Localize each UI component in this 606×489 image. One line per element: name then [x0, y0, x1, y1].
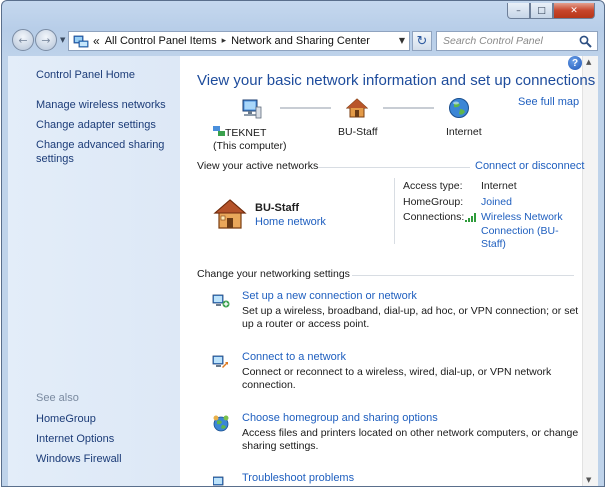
section-divider	[352, 275, 574, 276]
map-computer-label: TEKNET (This computer)	[213, 126, 287, 152]
main-panel: ? ▲ ▼ View your basic network informatio…	[180, 56, 598, 486]
sidebar-control-panel-home[interactable]: Control Panel Home	[36, 68, 135, 82]
back-button[interactable]: ←	[12, 29, 34, 51]
window: – □ ✕ ← → ▼ « All Control Panel Items ▸ …	[1, 0, 605, 487]
search-icon[interactable]	[579, 35, 592, 48]
sidebar-internet-options[interactable]: Internet Options	[36, 432, 114, 446]
active-networks-heading: View your active networks	[197, 160, 319, 172]
map-computer-icon[interactable]	[240, 98, 262, 123]
page-title: View your basic network information and …	[197, 72, 596, 89]
home-network-icon	[213, 197, 247, 234]
forward-button[interactable]: →	[35, 29, 57, 51]
task-troubleshoot: Troubleshoot problems	[213, 472, 585, 486]
breadcrumb-all-items[interactable]: All Control Panel Items	[105, 35, 217, 47]
map-connector-line	[383, 107, 434, 109]
homegroup-joined-link[interactable]: Joined	[481, 196, 512, 208]
maximize-button[interactable]: □	[530, 3, 553, 19]
connect-or-disconnect-link[interactable]: Connect or disconnect	[475, 160, 584, 172]
connections-label: Connections:	[403, 211, 465, 223]
change-settings-heading: Change your networking settings	[197, 268, 350, 280]
setup-new-connection-desc: Set up a wireless, broadband, dial-up, a…	[242, 305, 579, 330]
see-full-map-link[interactable]: See full map	[518, 96, 579, 108]
address-bar[interactable]: « All Control Panel Items ▸ Network and …	[68, 31, 410, 51]
navigation-bar: ← → ▼ « All Control Panel Items ▸ Networ…	[2, 28, 604, 54]
vertical-scrollbar[interactable]: ▲ ▼	[582, 56, 598, 486]
active-network-name: BU-Staff	[255, 202, 299, 214]
connect-to-network-link[interactable]: Connect to a network	[242, 351, 346, 363]
connect-network-icon	[212, 353, 230, 371]
search-input[interactable]: Search Control Panel	[436, 31, 598, 51]
map-internet-globe-icon[interactable]	[448, 97, 470, 122]
recent-pages-dropdown[interactable]: ▼	[60, 36, 65, 44]
sidebar-advanced-sharing[interactable]: Change advanced sharing settings	[36, 138, 166, 166]
map-network-label: BU-Staff	[338, 126, 378, 138]
access-type-label: Access type:	[403, 180, 463, 192]
help-icon[interactable]: ?	[568, 56, 582, 70]
access-type-value: Internet	[481, 180, 517, 192]
new-connection-icon	[212, 292, 230, 310]
troubleshoot-problems-link[interactable]: Troubleshoot problems	[242, 472, 354, 484]
sidebar: Control Panel Home Manage wireless netwo…	[8, 56, 180, 486]
troubleshoot-icon	[213, 474, 230, 486]
map-internet-label: Internet	[446, 126, 482, 138]
homegroup-label: HomeGroup:	[403, 196, 464, 208]
computer-name: TEKNET	[225, 127, 267, 139]
minimize-button[interactable]: –	[507, 3, 530, 19]
computer-network-badge-icon	[213, 126, 225, 140]
network-type-link[interactable]: Home network	[255, 216, 326, 228]
refresh-button[interactable]: ↻	[412, 31, 432, 51]
content-area: Control Panel Home Manage wireless netwo…	[8, 56, 598, 486]
homegroup-sharing-desc: Access files and printers located on oth…	[242, 427, 579, 452]
connect-to-network-desc: Connect or reconnect to a wireless, wire…	[242, 366, 552, 391]
breadcrumb-network-center[interactable]: Network and Sharing Center	[231, 35, 370, 47]
vertical-divider	[394, 178, 395, 244]
sidebar-homegroup[interactable]: HomeGroup	[36, 412, 96, 426]
sidebar-change-adapter[interactable]: Change adapter settings	[36, 118, 156, 132]
setup-new-connection-link[interactable]: Set up a new connection or network	[242, 290, 417, 302]
breadcrumb-separator[interactable]: ▸	[222, 36, 227, 46]
homegroup-sharing-icon	[212, 414, 230, 432]
scroll-down-arrow[interactable]: ▼	[586, 476, 591, 484]
see-also-heading: See also	[36, 392, 79, 404]
map-home-network-icon[interactable]	[345, 97, 369, 122]
sidebar-manage-wireless[interactable]: Manage wireless networks	[36, 98, 166, 112]
caption-buttons: – □ ✕	[507, 3, 595, 19]
homegroup-sharing-link[interactable]: Choose homegroup and sharing options	[242, 412, 438, 424]
wireless-connection-link[interactable]: Wireless Network Connection (BU-Staff)	[481, 211, 576, 252]
computer-sub-label: (This computer)	[213, 140, 287, 152]
control-panel-icon	[73, 34, 89, 48]
sidebar-windows-firewall[interactable]: Windows Firewall	[36, 452, 122, 466]
close-button[interactable]: ✕	[553, 3, 595, 19]
address-dropdown-button[interactable]: ▼	[399, 36, 405, 45]
scroll-up-arrow[interactable]: ▲	[586, 58, 591, 66]
wireless-signal-icon	[465, 213, 478, 225]
map-connector-line	[280, 107, 331, 109]
search-placeholder: Search Control Panel	[443, 35, 543, 47]
section-divider	[318, 167, 470, 168]
address-chevron[interactable]: «	[93, 34, 100, 48]
